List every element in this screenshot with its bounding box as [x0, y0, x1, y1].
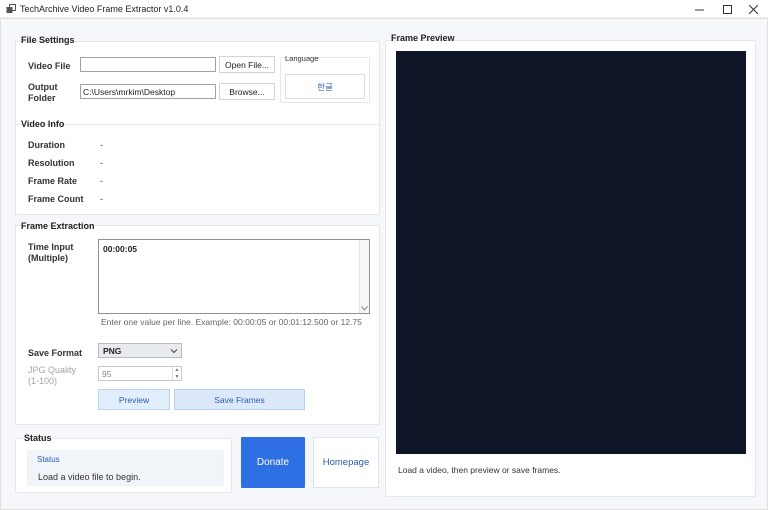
file-settings-title: File Settings — [21, 35, 75, 45]
time-input-textarea[interactable]: 00:00:05 — [98, 239, 370, 314]
status-title: Status — [24, 433, 52, 443]
jpg-quality-label-line1: JPG Quality — [28, 365, 77, 375]
app-icon — [6, 4, 16, 13]
browse-button[interactable]: Browse... — [219, 83, 275, 100]
title-bar: TechArchive Video Frame Extractor v1.0.4 — [0, 0, 768, 18]
frame-count-value: - — [100, 194, 103, 204]
duration-value: - — [100, 140, 103, 150]
output-folder-input[interactable] — [80, 84, 216, 99]
open-file-button[interactable]: Open File... — [219, 56, 275, 73]
time-input-scrollbar[interactable] — [359, 240, 369, 313]
time-input-label-line1: Time Input — [28, 242, 74, 252]
close-button[interactable] — [738, 0, 768, 18]
homepage-button[interactable]: Homepage — [313, 437, 379, 488]
resolution-value: - — [100, 158, 103, 168]
save-format-value: PNG — [103, 346, 122, 356]
chevron-down-icon — [170, 349, 178, 354]
output-folder-label-line1: Output — [28, 82, 58, 92]
output-folder-label-line2: Folder — [28, 93, 56, 103]
window-title: TechArchive Video Frame Extractor v1.0.4 — [20, 4, 189, 14]
status-message: Load a video file to begin. — [38, 472, 141, 482]
close-icon — [748, 4, 758, 14]
save-frames-button[interactable]: Save Frames — [174, 389, 305, 410]
frame-preview-title: Frame Preview — [391, 33, 455, 43]
frame-rate-value: - — [100, 176, 103, 186]
minimize-icon — [694, 9, 704, 10]
jpg-quality-spinner[interactable]: 95 ▲ ▼ — [98, 366, 182, 381]
video-file-label: Video File — [28, 61, 71, 71]
preview-button[interactable]: Preview — [98, 389, 170, 410]
video-file-input[interactable] — [80, 57, 216, 72]
scroll-down-icon[interactable] — [360, 304, 368, 312]
jpg-quality-value: 95 — [102, 369, 112, 379]
frame-count-label: Frame Count — [28, 194, 84, 204]
preview-canvas — [396, 51, 746, 454]
donate-button[interactable]: Donate — [241, 437, 305, 488]
spin-down-icon[interactable]: ▼ — [173, 374, 181, 381]
app-body: File Settings Video File Open File... Ou… — [0, 18, 768, 510]
duration-label: Duration — [28, 140, 65, 150]
save-format-select[interactable]: PNG — [98, 343, 182, 358]
language-title: Language — [285, 54, 319, 63]
time-input-value: 00:00:05 — [103, 244, 138, 254]
spinner-buttons[interactable]: ▲ ▼ — [172, 367, 181, 380]
frame-extraction-title: Frame Extraction — [21, 221, 95, 231]
save-format-label: Save Format — [28, 348, 83, 358]
status-panel-title: Status — [37, 455, 60, 464]
frame-rate-label: Frame Rate — [28, 176, 78, 186]
time-input-hint: Enter one value per line. Example: 00:00… — [101, 317, 362, 327]
resolution-label: Resolution — [28, 158, 75, 168]
preview-note: Load a video, then preview or save frame… — [398, 465, 561, 475]
minimize-button[interactable] — [684, 0, 714, 18]
video-info-title: Video Info — [21, 119, 65, 129]
jpg-quality-label-line2: (1-100) — [28, 376, 58, 386]
time-input-label-line2: (Multiple) — [28, 253, 68, 263]
maximize-icon — [722, 4, 732, 14]
language-button[interactable]: 한글 — [285, 74, 365, 99]
